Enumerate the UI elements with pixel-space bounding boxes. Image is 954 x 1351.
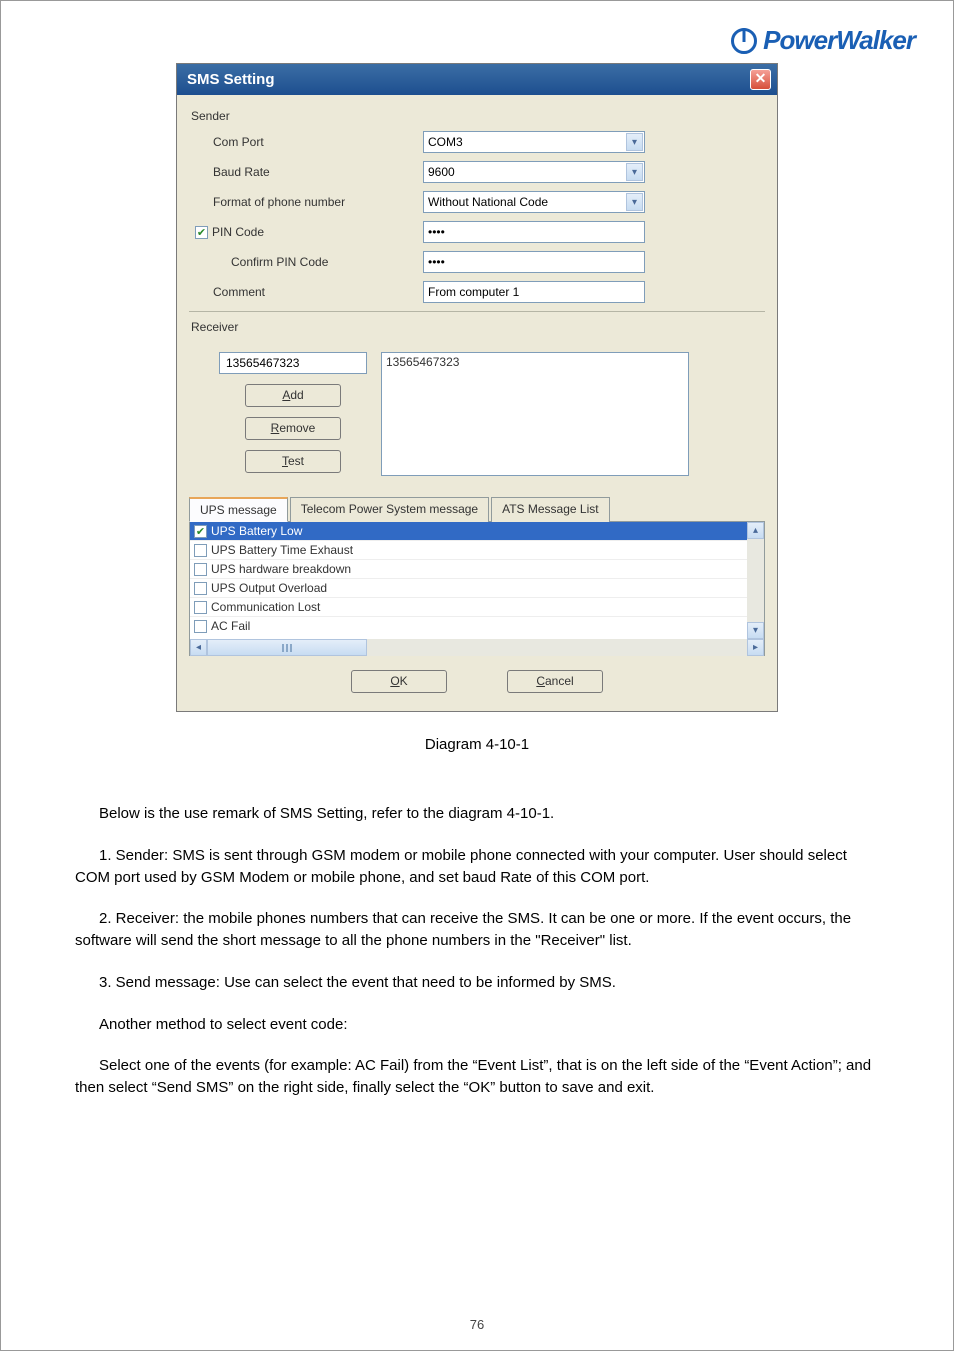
close-button[interactable]: ✕ bbox=[750, 69, 771, 90]
scroll-right-icon[interactable]: ▸ bbox=[747, 639, 764, 656]
message-label: UPS Output Overload bbox=[211, 581, 327, 595]
pin-input[interactable] bbox=[423, 221, 645, 243]
message-list-panel: ✔ UPS Battery Low UPS Battery Time Exhau… bbox=[189, 522, 765, 656]
comment-input[interactable] bbox=[423, 281, 645, 303]
paragraph: Another method to select event code: bbox=[75, 1014, 879, 1036]
scroll-left-icon[interactable]: ◂ bbox=[190, 639, 207, 656]
receiver-list[interactable]: 13565467323 bbox=[381, 352, 689, 476]
tab-telecom[interactable]: Telecom Power System message bbox=[290, 497, 489, 522]
paragraph: 3. Send message: Use can select the even… bbox=[75, 972, 879, 994]
pin-checkbox[interactable]: ✔ bbox=[195, 226, 208, 239]
message-checkbox[interactable]: ✔ bbox=[194, 525, 207, 538]
message-label: AC Fail bbox=[211, 619, 250, 633]
message-item[interactable]: AC Fail bbox=[190, 616, 764, 635]
remove-button[interactable]: Remove bbox=[245, 417, 341, 440]
message-checkbox[interactable] bbox=[194, 544, 207, 557]
paragraph: Select one of the events (for example: A… bbox=[75, 1055, 879, 1099]
scroll-down-icon[interactable]: ▾ bbox=[747, 622, 764, 639]
chevron-down-icon[interactable]: ▾ bbox=[626, 133, 643, 151]
tab-ups-message[interactable]: UPS message bbox=[189, 497, 288, 522]
com-port-label: Com Port bbox=[213, 135, 423, 149]
message-item[interactable]: UPS hardware breakdown bbox=[190, 559, 764, 578]
dialog-title: SMS Setting bbox=[187, 71, 275, 88]
baud-rate-label: Baud Rate bbox=[213, 165, 423, 179]
format-label: Format of phone number bbox=[213, 195, 423, 209]
body-text: Below is the use remark of SMS Setting, … bbox=[75, 803, 879, 1099]
cancel-button[interactable]: Cancel bbox=[507, 670, 603, 693]
com-port-select[interactable] bbox=[423, 131, 645, 153]
scroll-up-icon[interactable]: ▴ bbox=[747, 522, 764, 539]
format-select[interactable] bbox=[423, 191, 645, 213]
horizontal-scrollbar[interactable]: ◂ ▸ bbox=[190, 639, 764, 656]
message-checkbox[interactable] bbox=[194, 601, 207, 614]
chevron-down-icon[interactable]: ▾ bbox=[626, 163, 643, 181]
confirm-pin-label: Confirm PIN Code bbox=[213, 255, 423, 269]
pin-label: PIN Code bbox=[212, 225, 264, 239]
brand-text: PowerWalker bbox=[763, 25, 915, 56]
paragraph: 2. Receiver: the mobile phones numbers t… bbox=[75, 908, 879, 952]
power-icon bbox=[731, 28, 757, 54]
chevron-down-icon[interactable]: ▾ bbox=[626, 193, 643, 211]
message-label: UPS Battery Low bbox=[211, 524, 302, 538]
phone-input[interactable] bbox=[219, 352, 367, 374]
vertical-scrollbar[interactable]: ▴ ▾ bbox=[747, 522, 764, 639]
page-number: 76 bbox=[1, 1317, 953, 1332]
ok-button[interactable]: OK bbox=[351, 670, 447, 693]
message-label: UPS hardware breakdown bbox=[211, 562, 351, 576]
list-item[interactable]: 13565467323 bbox=[386, 355, 684, 369]
comment-label: Comment bbox=[213, 285, 423, 299]
add-button[interactable]: Add bbox=[245, 384, 341, 407]
confirm-pin-input[interactable] bbox=[423, 251, 645, 273]
sms-setting-dialog: SMS Setting ✕ Sender Com Port ▾ Baud Rat… bbox=[176, 63, 778, 712]
message-checkbox[interactable] bbox=[194, 563, 207, 576]
scroll-thumb[interactable] bbox=[207, 639, 367, 656]
test-button[interactable]: Test bbox=[245, 450, 341, 473]
receiver-heading: Receiver bbox=[189, 314, 765, 338]
sender-heading: Sender bbox=[189, 103, 765, 127]
divider bbox=[189, 311, 765, 312]
message-label: Communication Lost bbox=[211, 600, 320, 614]
message-label: UPS Battery Time Exhaust bbox=[211, 543, 353, 557]
tab-ats[interactable]: ATS Message List bbox=[491, 497, 609, 522]
dialog-titlebar: SMS Setting ✕ bbox=[177, 64, 777, 95]
message-item[interactable]: Communication Lost bbox=[190, 597, 764, 616]
figure-caption: Diagram 4-10-1 bbox=[37, 736, 917, 753]
paragraph: Below is the use remark of SMS Setting, … bbox=[75, 803, 879, 825]
message-checkbox[interactable] bbox=[194, 582, 207, 595]
message-item[interactable]: ✔ UPS Battery Low bbox=[190, 522, 764, 540]
baud-rate-select[interactable] bbox=[423, 161, 645, 183]
message-item[interactable]: UPS Output Overload bbox=[190, 578, 764, 597]
message-item[interactable]: UPS Battery Time Exhaust bbox=[190, 540, 764, 559]
message-checkbox[interactable] bbox=[194, 620, 207, 633]
paragraph: 1. Sender: SMS is sent through GSM modem… bbox=[75, 845, 879, 889]
brand-logo: PowerWalker bbox=[731, 25, 915, 56]
